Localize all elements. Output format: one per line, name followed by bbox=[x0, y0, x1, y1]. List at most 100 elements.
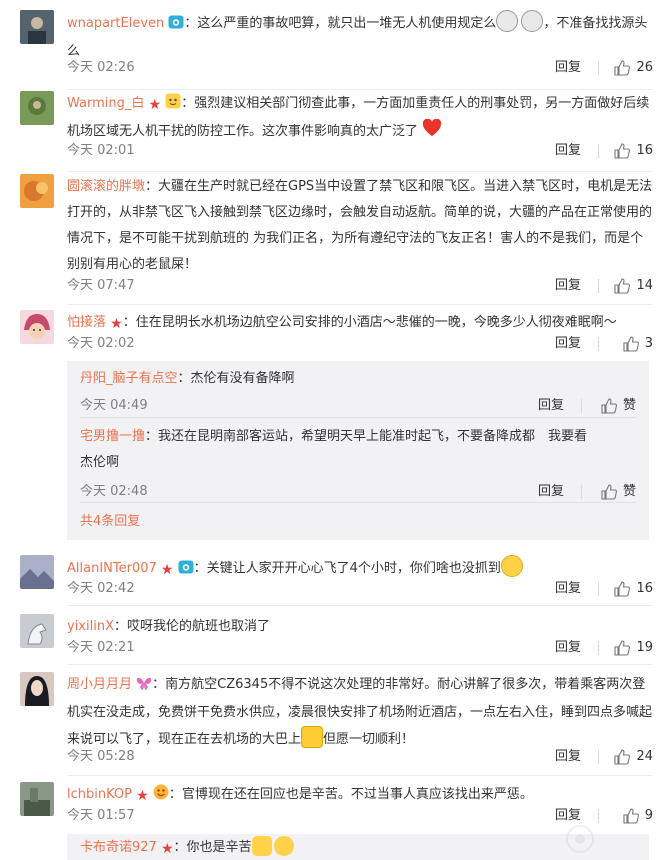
username[interactable]: 圆滚滚的胖墩 bbox=[67, 179, 145, 194]
comment-time: 今天 02:02 bbox=[67, 336, 135, 351]
username[interactable]: 怕接落 bbox=[67, 315, 106, 330]
comment-time: 今天 07:47 bbox=[67, 278, 135, 293]
like-button[interactable]: 19 bbox=[614, 638, 653, 658]
divider bbox=[67, 605, 653, 606]
like-count: 16 bbox=[636, 581, 653, 596]
star-badge-icon: ★ bbox=[148, 97, 162, 113]
thumbs-up-icon bbox=[614, 60, 631, 76]
username[interactable]: 宅男撸一撸 bbox=[80, 429, 145, 444]
thumbs-up-icon bbox=[614, 749, 631, 765]
avatar[interactable] bbox=[20, 672, 54, 706]
butterfly-badge-icon bbox=[136, 674, 152, 700]
divider bbox=[598, 809, 599, 823]
username[interactable]: AllanINTer007 bbox=[67, 561, 157, 576]
like-count: 14 bbox=[636, 278, 653, 293]
username[interactable]: 卡布奇诺927 bbox=[80, 840, 157, 855]
like-button[interactable]: 24 bbox=[614, 747, 653, 767]
comment-time: 今天 05:28 bbox=[67, 749, 135, 764]
username[interactable]: Warming_白 bbox=[67, 96, 144, 111]
reply-button[interactable]: 回复 bbox=[555, 579, 581, 599]
like-button[interactable]: 14 bbox=[614, 276, 653, 296]
thumbs-up-icon bbox=[601, 398, 617, 414]
thumbs-up-icon bbox=[614, 143, 631, 159]
comment-text: ：住在昆明长水机场边航空公司安排的小酒店～悲催的一晚，今晚多少人彻夜难眠啊～ bbox=[122, 315, 617, 330]
username[interactable]: wnapartEleven bbox=[67, 16, 164, 31]
comment-text: ：关键让人家开开心心飞了4个小时，你们啥也没抓到 bbox=[193, 561, 501, 576]
face-emoji-icon bbox=[496, 10, 519, 32]
divider bbox=[598, 144, 599, 158]
avatar[interactable] bbox=[20, 91, 54, 125]
like-button[interactable]: 16 bbox=[614, 579, 653, 599]
smile-emoji-icon bbox=[273, 836, 294, 856]
divider bbox=[598, 582, 599, 596]
divider bbox=[67, 775, 653, 776]
comment-text: 但愿一切顺利！ bbox=[323, 732, 415, 747]
sub-reply-item: 卡布奇诺927 ★：你也是辛苦 bbox=[80, 836, 636, 860]
thumbs-up-icon bbox=[614, 581, 631, 597]
divider bbox=[67, 304, 653, 305]
avatar[interactable] bbox=[20, 782, 54, 816]
like-button[interactable]: 赞 bbox=[601, 396, 636, 416]
divider bbox=[80, 417, 636, 418]
divider bbox=[67, 664, 653, 665]
camera-badge-icon bbox=[168, 13, 184, 39]
like-count: 24 bbox=[636, 749, 653, 764]
avatar[interactable] bbox=[20, 310, 54, 344]
divider bbox=[581, 485, 582, 499]
divider bbox=[598, 61, 599, 75]
avatar[interactable] bbox=[20, 174, 54, 208]
divider bbox=[67, 171, 653, 172]
reply-text: ：我还在昆明南部客运站，希望明天早上能准时起飞，不要备降成都 我要看杰伦啊 bbox=[80, 429, 588, 470]
comment-time: 今天 01:57 bbox=[67, 808, 135, 823]
divider bbox=[598, 279, 599, 293]
like-button[interactable]: 3 bbox=[623, 334, 653, 354]
divider bbox=[80, 502, 636, 503]
thumbs-up-icon bbox=[614, 640, 631, 656]
star-badge-icon: ★ bbox=[160, 841, 174, 857]
reply-button[interactable]: 回复 bbox=[555, 334, 581, 354]
comment-text: ：大疆在生产时就已经在GPS当中设置了禁飞区和限飞区。当进入禁飞区时，电机是无法… bbox=[67, 179, 653, 272]
comment-time: 今天 02:21 bbox=[67, 640, 135, 655]
watermark bbox=[565, 822, 665, 856]
username[interactable]: 周小月月月 bbox=[67, 677, 132, 692]
reply-button[interactable]: 回复 bbox=[555, 141, 581, 161]
thumbs-up-icon bbox=[601, 484, 617, 500]
reply-time: 今天 04:49 bbox=[80, 398, 148, 413]
comment-time: 今天 02:01 bbox=[67, 143, 135, 158]
comment-time: 今天 02:42 bbox=[67, 581, 135, 596]
avatar[interactable] bbox=[20, 614, 54, 648]
like-label: 赞 bbox=[622, 398, 636, 413]
member-badge-icon bbox=[165, 93, 181, 119]
reply-button[interactable]: 回复 bbox=[538, 482, 564, 502]
username[interactable]: 丹阳_脑子有点空 bbox=[80, 371, 178, 386]
reply-button[interactable]: 回复 bbox=[555, 638, 581, 658]
avatar[interactable] bbox=[20, 10, 54, 44]
username[interactable]: yixilinX bbox=[67, 619, 114, 634]
like-count: 19 bbox=[636, 640, 653, 655]
face-emoji-icon bbox=[521, 10, 544, 32]
comment-text: ：官博现在还在回应也是辛苦。不过当事人真应该找出来严惩。 bbox=[168, 787, 533, 802]
sub-reply-item: 宅男撸一撸：我还在昆明南部客运站，希望明天早上能准时起飞，不要备降成都 我要看杰… bbox=[80, 424, 636, 502]
username[interactable]: lchbinKOP bbox=[67, 787, 132, 802]
more-replies-link[interactable]: 共4条回复 bbox=[80, 512, 636, 532]
sub-replies-panel: 丹阳_脑子有点空：杰伦有没有备降啊 今天 04:49 回复 赞 宅男撸一撸：我还… bbox=[67, 361, 649, 540]
like-button[interactable]: 26 bbox=[614, 58, 653, 78]
reply-button[interactable]: 回复 bbox=[538, 396, 564, 416]
reply-button[interactable]: 回复 bbox=[555, 747, 581, 767]
reply-button[interactable]: 回复 bbox=[555, 58, 581, 78]
divider bbox=[581, 399, 582, 413]
avatar[interactable] bbox=[20, 555, 54, 589]
like-count: 16 bbox=[636, 143, 653, 158]
thumbs-up-icon bbox=[614, 278, 631, 294]
reply-button[interactable]: 回复 bbox=[555, 276, 581, 296]
cat-emoji-icon bbox=[251, 836, 272, 856]
like-label: 赞 bbox=[622, 484, 636, 499]
divider bbox=[598, 641, 599, 655]
bus-emoji-icon bbox=[301, 726, 324, 748]
thumbs-up-icon bbox=[623, 336, 639, 352]
like-button[interactable]: 赞 bbox=[601, 482, 636, 502]
divider bbox=[67, 89, 653, 90]
like-button[interactable]: 16 bbox=[614, 141, 653, 161]
reply-time: 今天 02:48 bbox=[80, 484, 148, 499]
comment-time: 今天 02:26 bbox=[67, 60, 135, 75]
